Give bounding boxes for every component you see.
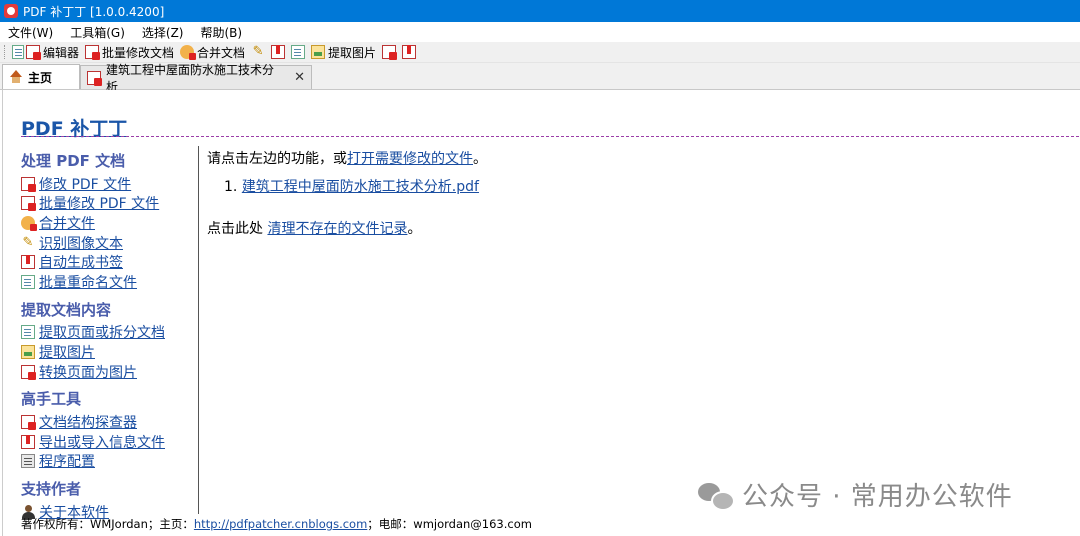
- title-bar: PDF 补丁丁 [1.0.0.4200]: [0, 0, 1080, 22]
- menu-file[interactable]: 文件(W): [0, 24, 62, 41]
- merge-icon: [180, 45, 197, 60]
- sidebar-item-batch-edit[interactable]: 批量修改 PDF 文件: [21, 194, 199, 214]
- watermark: 公众号 · 常用办公软件: [698, 476, 1013, 513]
- open-file-link[interactable]: 打开需要修改的文件: [347, 151, 473, 167]
- extract-image-icon: [311, 45, 326, 59]
- sidebar-item-settings[interactable]: 程序配置: [21, 452, 199, 472]
- app-icon: [4, 4, 18, 18]
- recent-file-link[interactable]: 建筑工程中屋面防水施工技术分析.pdf: [242, 179, 479, 195]
- menu-bar: 文件(W) 工具箱(G) 选择(Z) 帮助(B): [0, 22, 1080, 42]
- rename-button[interactable]: [291, 45, 306, 59]
- section-process-pdf: 处理 PDF 文档: [21, 152, 126, 170]
- sidebar-divider: [198, 146, 199, 514]
- pdf-editor-icon: [26, 45, 41, 60]
- editor-button[interactable]: 编辑器: [26, 44, 79, 61]
- home-pane: PDF 补丁丁 处理 PDF 文档 修改 PDF 文件 批量修改 PDF 文件 …: [2, 90, 1080, 536]
- ocr-icon: ✎: [252, 44, 264, 59]
- export-icon: [21, 434, 35, 449]
- sidebar-item-convert-pages[interactable]: 转换页面为图片: [21, 362, 199, 382]
- sidebar-item-auto-bookmark[interactable]: 自动生成书签: [21, 252, 199, 272]
- pdf-edit-icon: [21, 176, 36, 192]
- divider: [21, 136, 1079, 137]
- close-icon[interactable]: ✕: [294, 70, 305, 85]
- sidebar-item-rename[interactable]: 批量重命名文件: [21, 272, 199, 292]
- settings-icon: [21, 454, 35, 469]
- cleanup-line: 点击此处 清理不存在的文件记录。: [207, 221, 422, 237]
- rename-icon: [21, 274, 35, 289]
- batch-edit-button[interactable]: 批量修改文档: [85, 44, 174, 61]
- pdf-icon: [87, 70, 102, 86]
- export-button[interactable]: [402, 45, 417, 59]
- clean-records-link[interactable]: 清理不存在的文件记录: [267, 221, 407, 237]
- extract-pages-icon: [21, 325, 35, 340]
- sidebar-item-merge[interactable]: 合并文件: [21, 213, 199, 233]
- convert-icon: [21, 364, 36, 380]
- toolbar-grip-icon: [12, 45, 24, 59]
- export-icon: [402, 45, 417, 59]
- recent-file-item: 1. 建筑工程中屋面防水施工技术分析.pdf: [224, 179, 479, 195]
- homepage-link[interactable]: http://pdfpatcher.cnblogs.com: [194, 517, 367, 531]
- tab-strip: 主页 建筑工程中屋面防水施工技术分析 ✕: [0, 63, 1080, 94]
- sidebar-item-edit-pdf[interactable]: 修改 PDF 文件: [21, 174, 199, 194]
- sidebar-item-export-info[interactable]: 导出或导入信息文件: [21, 432, 199, 452]
- window-title: PDF 补丁丁 [1.0.0.4200]: [23, 4, 165, 19]
- rename-icon: [291, 45, 306, 59]
- inspector-icon: [21, 415, 36, 431]
- toolbar-grip[interactable]: [4, 45, 9, 59]
- ocr-icon: ✎: [22, 234, 34, 250]
- bookmark-icon: [21, 255, 35, 270]
- ocr-button[interactable]: ✎: [251, 45, 265, 59]
- section-extract: 提取文档内容: [21, 300, 112, 319]
- merge-icon: [21, 215, 37, 231]
- footer: 著作权所有：WMJordan；主页：http://pdfpatcher.cnbl…: [21, 517, 532, 531]
- batch-edit-icon: [21, 196, 36, 212]
- tab-home[interactable]: 主页: [2, 64, 80, 89]
- batch-edit-icon: [85, 45, 101, 60]
- bookmark-button[interactable]: [271, 45, 286, 59]
- tab-document[interactable]: 建筑工程中屋面防水施工技术分析 ✕: [80, 63, 312, 94]
- bookmark-icon: [271, 45, 286, 59]
- convert-icon: [382, 45, 398, 60]
- section-support: 支持作者: [21, 480, 82, 499]
- merge-button[interactable]: 合并文档: [180, 44, 245, 61]
- extract-images-button[interactable]: 提取图片: [311, 44, 376, 61]
- tab-home-label: 主页: [28, 70, 53, 85]
- sidebar-item-inspector[interactable]: 文档结构探查器: [21, 412, 199, 432]
- main-content: 请点击左边的功能，或打开需要修改的文件。 1. 建筑工程中屋面防水施工技术分析.…: [207, 148, 487, 238]
- section-advanced: 高手工具: [21, 390, 82, 409]
- extract-image-icon: [21, 344, 35, 359]
- menu-toolbox[interactable]: 工具箱(G): [62, 24, 134, 41]
- sidebar-item-extract-images[interactable]: 提取图片: [21, 342, 199, 362]
- watermark-text: 公众号 · 常用办公软件: [742, 482, 1013, 512]
- menu-select[interactable]: 选择(Z): [134, 24, 193, 41]
- wechat-icon: [698, 481, 735, 511]
- sidebar-item-ocr[interactable]: ✎ 识别图像文本: [21, 233, 199, 253]
- menu-help[interactable]: 帮助(B): [193, 24, 252, 41]
- sidebar-item-extract-pages[interactable]: 提取页面或拆分文档: [21, 323, 199, 343]
- home-icon: [9, 70, 23, 84]
- function-sidebar: 处理 PDF 文档 修改 PDF 文件 批量修改 PDF 文件 合并文件 ✎ 识别…: [21, 150, 199, 522]
- prompt-line: 请点击左边的功能，或打开需要修改的文件。: [207, 151, 487, 167]
- convert-button[interactable]: [382, 45, 398, 60]
